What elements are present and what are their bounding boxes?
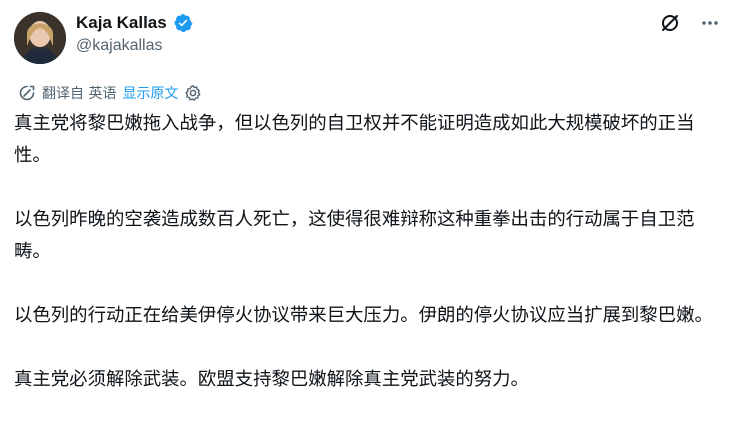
avatar-image [14, 12, 66, 64]
avatar[interactable] [14, 12, 66, 64]
show-original-link[interactable]: 显示原文 [122, 83, 178, 103]
gear-icon[interactable] [184, 84, 202, 102]
post-paragraph: 以色列的行动正在给美伊停火协议带来巨大压力。伊朗的停火协议应当扩展到黎巴嫩。 [14, 305, 713, 326]
verified-badge-icon [173, 13, 193, 33]
translation-label: 翻译自 英语 [42, 86, 117, 102]
author-handle[interactable]: @kajakallas [76, 37, 163, 55]
author-name-row: Kaja Kallas [76, 12, 193, 34]
more-icon[interactable] [699, 12, 721, 34]
post-top-actions [659, 12, 721, 34]
translate-icon [18, 84, 36, 102]
grok-icon[interactable] [659, 12, 681, 34]
author-display-name[interactable]: Kaja Kallas [76, 13, 167, 33]
translation-row: 翻译自 英语 显示原文 [18, 82, 202, 104]
post-paragraph: 以色列昨晚的空袭造成数百人死亡，这使得很难辩称这种重拳出击的行动属于自卫范畴。 [14, 209, 695, 262]
post-text: 真主党将黎巴嫩拖入战争，但以色列的自卫权并不能证明造成如此大规模破坏的正当性。 … [14, 108, 724, 422]
post-paragraph: 真主党必须解除武装。欧盟支持黎巴嫩解除真主党武装的努力。 [14, 369, 529, 390]
post-paragraph: 真主党将黎巴嫩拖入战争，但以色列的自卫权并不能证明造成如此大规模破坏的正当性。 [14, 113, 695, 166]
